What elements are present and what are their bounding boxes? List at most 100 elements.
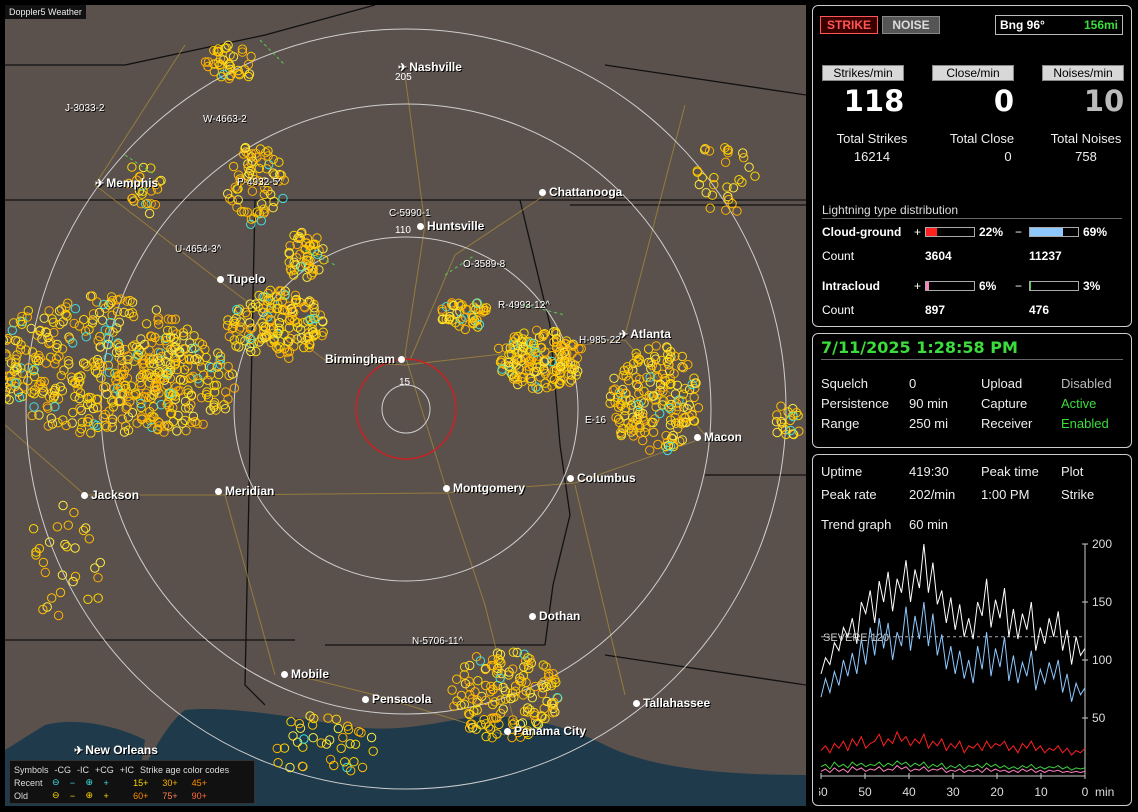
receiver-value: Enabled: [1061, 416, 1109, 431]
strike-symbol: [62, 542, 72, 552]
strike-symbol: [127, 193, 138, 204]
storm-label[interactable]: N-5706-11^: [412, 636, 463, 647]
range-label: Range: [821, 416, 860, 431]
legend-age: 90+: [191, 790, 207, 801]
strike-symbol: [23, 306, 33, 316]
close-per-min-value: 0: [993, 84, 1015, 118]
pos-ic-recent-icon: +: [103, 777, 109, 788]
neg-ic-recent-icon: −: [69, 777, 76, 788]
legend-age: 30+: [162, 777, 178, 788]
strike-symbol: [47, 314, 57, 324]
ic-plus-count: 897: [925, 303, 946, 317]
capture-value: Active: [1061, 396, 1097, 411]
strike-symbol: [231, 341, 241, 351]
strike-symbol: [223, 315, 233, 325]
strike-symbol: [34, 543, 45, 554]
strike-symbol: [537, 689, 547, 699]
storm-label[interactable]: W-4663-2: [203, 114, 247, 125]
peak-time-value: 1:00 PM: [981, 487, 1030, 502]
strike-symbol: [720, 157, 731, 168]
strike-symbol: [223, 361, 233, 372]
strike-symbol: [68, 576, 78, 587]
city-dot-icon: [362, 696, 369, 704]
storm-label[interactable]: P-4932-5^: [237, 177, 283, 188]
strike-symbol: [473, 676, 483, 686]
strike-symbol: [201, 352, 211, 363]
highway: [5, 424, 86, 496]
plot-value[interactable]: Strike: [1061, 487, 1094, 502]
strike-symbol: [70, 543, 80, 553]
city-dot-icon: [281, 671, 288, 679]
strike-button[interactable]: STRIKE: [820, 16, 878, 34]
cg-plus-count: 3604: [925, 249, 952, 263]
storm-label[interactable]: R-4993-12^: [498, 300, 550, 311]
x-tick-label: 30: [946, 785, 960, 799]
city-dot-icon: [529, 613, 536, 621]
strike-symbol: [52, 522, 63, 532]
city-tallahassee: Tallahassee: [633, 696, 710, 710]
strike-symbol: [44, 306, 54, 316]
strike-symbol: [5, 349, 11, 359]
strike-symbol: [229, 383, 240, 393]
trend-series-line: [820, 730, 1086, 756]
strikes-per-min-value: 118: [843, 84, 905, 118]
strike-symbol: [60, 539, 70, 550]
ic-minus-pct: 3%: [1083, 279, 1101, 293]
range-ring: [233, 236, 579, 582]
strike-symbol: [739, 153, 749, 163]
strike-symbol: [538, 683, 548, 693]
strike-symbol: [23, 376, 33, 386]
strike-symbol: [144, 208, 155, 219]
city-montgomery: Montgomery: [443, 481, 525, 495]
map-canvas: [5, 5, 806, 806]
strike-symbol: [223, 189, 233, 199]
city-dot-icon: [633, 700, 640, 708]
close-range-ring: [355, 358, 457, 460]
noises-per-min-label: Noises/min: [1042, 65, 1124, 81]
city-dot-icon: [443, 485, 450, 493]
strike-symbol: [93, 593, 103, 603]
legend-header: +CG: [95, 764, 114, 775]
y-tick-label: 150: [1092, 595, 1112, 609]
lightning-map[interactable]: Doppler5 Weather ✈ Nashville ✈ Memphis Cha…: [5, 5, 806, 806]
pos-cg-old-icon: ⊕: [85, 790, 94, 800]
strike-symbol: [609, 373, 619, 383]
total-noises-label: Total Noises: [1050, 131, 1122, 146]
storm-label[interactable]: O-3589-8: [463, 259, 505, 270]
city-chattanooga: Chattanooga: [539, 185, 622, 199]
highway: [94, 44, 186, 186]
storm-label[interactable]: E-16: [585, 415, 606, 426]
y-tick-label: 50: [1092, 711, 1106, 725]
strike-symbol: [58, 500, 68, 511]
symbol-legend: Symbols -CG -IC +CG +IC Strike age color…: [9, 760, 255, 804]
storm-label[interactable]: J-3033-2: [65, 103, 104, 114]
city-new-orleans: ✈ New Orleans: [74, 743, 158, 757]
divider: [822, 218, 1122, 219]
strike-symbol: [95, 557, 106, 568]
x-axis-label: min: [1095, 785, 1114, 799]
storm-label[interactable]: H-985-22: [579, 335, 621, 346]
strike-symbol: [70, 304, 81, 314]
strike-symbol: [98, 412, 109, 423]
range-ring-label: 205: [395, 72, 412, 83]
strike-symbol: [750, 171, 760, 181]
strike-symbol: [456, 690, 467, 701]
city-dot-icon: [504, 728, 511, 736]
minus-sign: −: [1015, 225, 1023, 239]
storm-label[interactable]: U-4654-3^: [175, 244, 221, 255]
city-meridian: Meridian: [215, 484, 274, 498]
noise-button[interactable]: NOISE: [882, 16, 940, 34]
legend-age: 60+: [133, 790, 149, 801]
city-atlanta: ✈ Atlanta: [619, 327, 671, 341]
peak-rate-value: 202/min: [909, 487, 956, 502]
x-tick-label: 40: [902, 785, 916, 799]
strike-symbol: [694, 179, 704, 190]
storm-label[interactable]: C-5990-1: [389, 208, 431, 219]
city-columbus: Columbus: [567, 471, 636, 485]
cg-minus-fill: [1030, 228, 1064, 236]
trend-value: 60 min: [909, 517, 949, 532]
strike-symbol: [776, 401, 786, 411]
y-tick-label: 100: [1092, 653, 1112, 667]
city-dot-icon: [217, 276, 224, 284]
strike-symbol: [722, 182, 732, 192]
